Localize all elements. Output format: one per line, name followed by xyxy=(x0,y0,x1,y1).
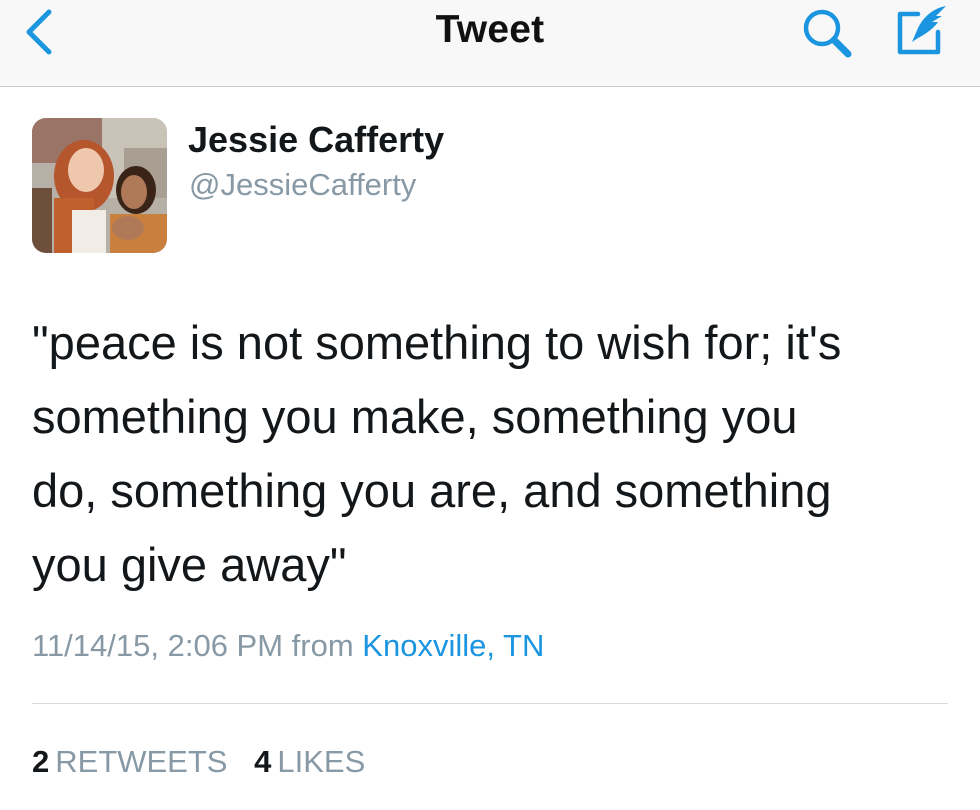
location-link[interactable]: Knoxville, TN xyxy=(362,628,544,663)
avatar[interactable] xyxy=(32,118,167,253)
search-icon xyxy=(803,9,852,58)
tweet-text-line: "peace is not something to wish for; it'… xyxy=(32,316,842,369)
tweet-text-line: you give away" xyxy=(32,538,347,591)
user-handle[interactable]: @JessieCafferty xyxy=(189,165,416,205)
profile-photo xyxy=(32,118,167,253)
display-name[interactable]: Jessie Cafferty xyxy=(188,118,444,162)
retweets-label: RETWEETS xyxy=(55,744,228,779)
retweets-stat[interactable]: 2 RETWEETS xyxy=(32,740,227,784)
likes-stat[interactable]: 4 LIKES xyxy=(254,740,365,784)
from-label: from xyxy=(291,628,354,663)
tweet-meta: 11/14/15, 2:06 PM from Knoxville, TN xyxy=(32,624,544,668)
search-button[interactable] xyxy=(798,6,858,60)
timestamp: 11/14/15, 2:06 PM xyxy=(32,628,284,663)
divider xyxy=(32,703,948,704)
tweet-text-line: do, something you are, and something xyxy=(32,464,832,517)
likes-label: LIKES xyxy=(277,744,366,779)
compose-icon xyxy=(897,6,946,55)
tweet-text: "peace is not something to wish for; it'… xyxy=(32,306,952,602)
likes-count: 4 xyxy=(254,744,272,779)
tweet-stats: 2 RETWEETS 4 LIKES xyxy=(32,740,383,784)
retweets-count: 2 xyxy=(32,744,50,779)
compose-button[interactable] xyxy=(888,2,954,60)
nav-bar: Tweet xyxy=(0,0,980,87)
tweet-text-line: something you make, something you xyxy=(32,390,798,443)
